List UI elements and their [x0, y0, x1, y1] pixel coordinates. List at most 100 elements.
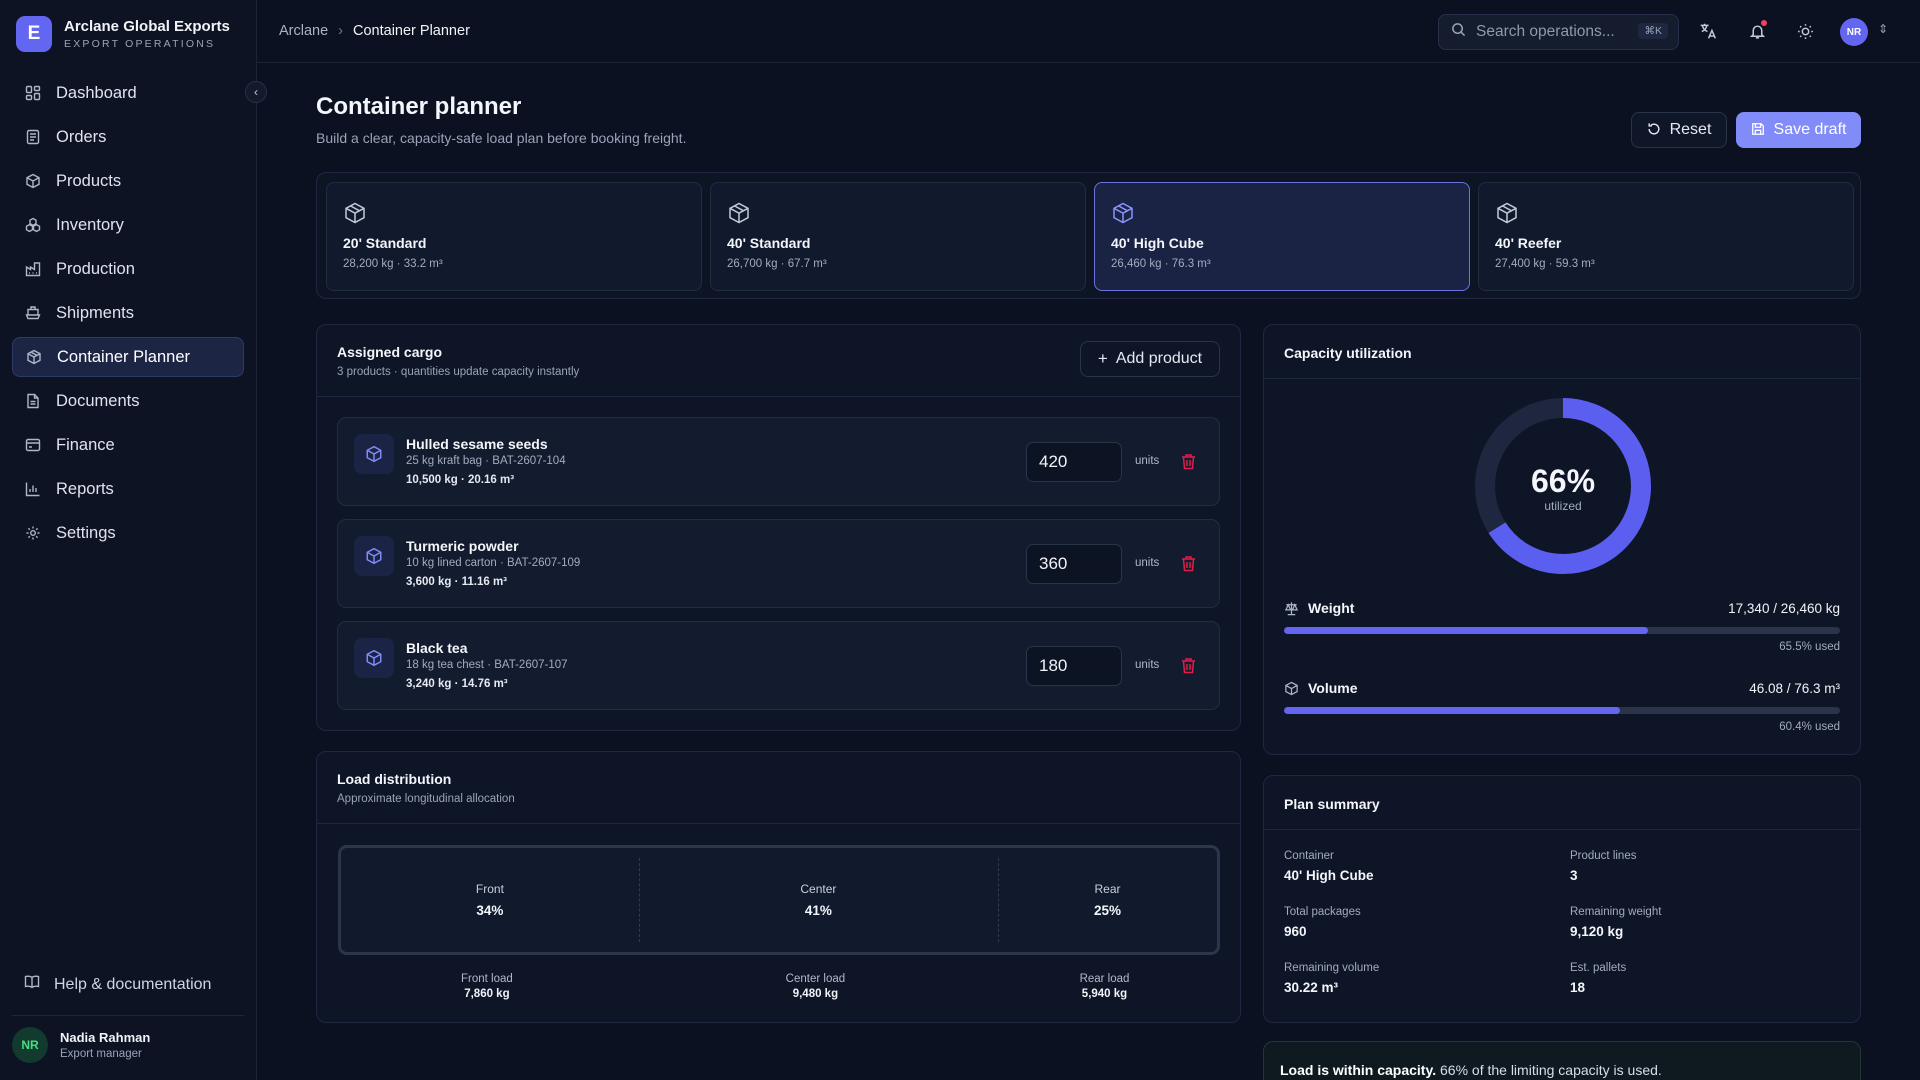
sidebar-item-finance[interactable]: Finance [12, 425, 244, 465]
donut-percent: 66% [1531, 463, 1595, 499]
front-load: Front load 7,860 kg [338, 973, 636, 1000]
volume-used: 60.4% used [1779, 721, 1840, 733]
summary-remaining-weight: Remaining weight 9,120 kg [1570, 906, 1661, 939]
sidebar-item-orders[interactable]: Orders [12, 117, 244, 157]
weight-progress-bar [1284, 627, 1840, 634]
cargo-row: Turmeric powder 10 kg lined carton · BAT… [337, 519, 1220, 608]
plan-summary-panel: Plan summary Container 40' High Cube Prod… [1263, 775, 1861, 1023]
sidebar: E Arclane Global Exports EXPORT OPERATIO… [0, 0, 257, 1080]
summary-key: Container [1284, 850, 1334, 862]
cargo-row: Black tea 18 kg tea chest · BAT-2607-107… [337, 621, 1220, 710]
products-icon [24, 172, 42, 190]
help-documentation-link[interactable]: Help & documentation [24, 974, 211, 995]
production-icon [24, 260, 42, 278]
inventory-icon [24, 216, 42, 234]
sidebar-item-documents[interactable]: Documents [12, 381, 244, 421]
container-icon [343, 201, 367, 225]
product-name: Turmeric powder [406, 538, 519, 554]
container-card-40-standard[interactable]: 40' Standard 26,700 kg · 67.7 m³ [710, 182, 1086, 291]
breadcrumb: Arclane › Container Planner [279, 23, 470, 39]
container-card-40-reefer[interactable]: 40' Reefer 27,400 kg · 59.3 m³ [1478, 182, 1854, 291]
sidebar-item-dashboard[interactable]: Dashboard [12, 73, 244, 113]
cargo-row: Hulled sesame seeds 25 kg kraft bag · BA… [337, 417, 1220, 506]
trash-icon[interactable] [1181, 453, 1197, 471]
sidebar-nav: Dashboard Orders Products Inventory Prod… [12, 73, 244, 557]
container-card-40-high-cube[interactable]: 40' High Cube 26,460 kg · 76.3 m³ [1094, 182, 1470, 291]
rear-load: Rear load 5,940 kg [995, 973, 1214, 1000]
zone-percent: 41% [804, 903, 832, 918]
sidebar-item-inventory[interactable]: Inventory [12, 205, 244, 245]
product-meta: 25 kg kraft bag · BAT-2607-104 [406, 455, 566, 467]
container-spec: 26,700 kg · 67.7 m³ [727, 258, 827, 270]
donut-caption: utilized [1544, 499, 1581, 513]
sidebar-item-label: Orders [56, 127, 107, 146]
load-label: Rear load [1079, 973, 1130, 985]
user-role: Export manager [60, 1048, 142, 1060]
avatar[interactable]: NR [1840, 18, 1868, 46]
user-profile[interactable]: NR Nadia Rahman Export manager [12, 1027, 150, 1063]
summary-est-pallets: Est. pallets 18 [1570, 962, 1626, 995]
sidebar-item-label: Products [56, 171, 122, 190]
plus-icon: + [1097, 349, 1108, 368]
quantity-input[interactable] [1026, 646, 1122, 686]
brand[interactable]: E Arclane Global Exports EXPORT OPERATIO… [16, 16, 230, 52]
trash-icon[interactable] [1181, 657, 1197, 675]
container-floor-diagram: Front 34% Center 41% Rear 25% [338, 845, 1220, 955]
summary-value: 30.22 m³ [1284, 980, 1339, 995]
container-name: 40' High Cube [1111, 235, 1204, 251]
container-icon [1111, 201, 1135, 225]
chevron-left-icon: ‹ [254, 85, 258, 99]
load-value: 5,940 kg [1081, 988, 1128, 1000]
summary-value: 40' High Cube [1284, 868, 1374, 883]
sidebar-item-label: Reports [56, 479, 114, 498]
breadcrumb-root[interactable]: Arclane [279, 23, 328, 39]
add-product-button[interactable]: + Add product [1080, 341, 1220, 377]
sidebar-item-label: Inventory [56, 215, 124, 234]
product-name: Black tea [406, 640, 468, 656]
search-input[interactable]: Search operations... ⌘K [1438, 14, 1679, 50]
chevron-updown-icon[interactable]: ⇕ [1878, 22, 1888, 36]
sidebar-item-label: Settings [56, 523, 116, 542]
product-meta: 18 kg tea chest · BAT-2607-107 [406, 659, 568, 671]
quantity-input[interactable] [1026, 442, 1122, 482]
sidebar-item-label: Finance [56, 435, 115, 454]
chevron-right-icon: › [338, 23, 344, 39]
save-icon [1751, 122, 1765, 139]
reset-button[interactable]: Reset [1631, 112, 1727, 148]
quantity-input[interactable] [1026, 544, 1122, 584]
volume-label: Volume [1308, 680, 1358, 696]
sidebar-item-container-planner[interactable]: Container Planner [12, 337, 244, 377]
sidebar-item-products[interactable]: Products [12, 161, 244, 201]
breadcrumb-current: Container Planner [353, 23, 470, 39]
container-card-20-standard[interactable]: 20' Standard 28,200 kg · 33.2 m³ [326, 182, 702, 291]
container-icon [25, 348, 43, 366]
summary-total-packages: Total packages 960 [1284, 906, 1361, 939]
capacity-status-banner: Load is within capacity. 66% of the limi… [1263, 1041, 1861, 1080]
add-product-label: Add product [1115, 350, 1203, 367]
summary-value: 9,120 kg [1570, 924, 1624, 939]
summary-key: Est. pallets [1570, 962, 1627, 974]
sidebar-item-shipments[interactable]: Shipments [12, 293, 244, 333]
container-icon [1495, 201, 1519, 225]
panel-title: Load distribution [337, 771, 452, 787]
collapse-sidebar-button[interactable]: ‹ [245, 81, 267, 103]
translate-icon[interactable] [1697, 20, 1719, 42]
sidebar-item-settings[interactable]: Settings [12, 513, 244, 553]
product-name: Hulled sesame seeds [406, 436, 548, 452]
product-meta: 10 kg lined carton · BAT-2607-109 [406, 557, 581, 569]
zone-front: Front 34% [341, 848, 639, 952]
save-draft-button[interactable]: Save draft [1736, 112, 1861, 148]
sidebar-item-reports[interactable]: Reports [12, 469, 244, 509]
bell-icon[interactable] [1746, 20, 1768, 42]
capacity-donut: 66% utilized [1475, 398, 1651, 574]
trash-icon[interactable] [1181, 555, 1197, 573]
weight-metric: Weight 17,340 / 26,460 kg 65.5% used [1284, 600, 1840, 653]
box-icon [1284, 681, 1299, 696]
status-bold: Load is within capacity. [1280, 1062, 1437, 1078]
finance-icon [24, 436, 42, 454]
zone-center: Center 41% [639, 848, 998, 952]
theme-toggle-icon[interactable] [1794, 20, 1816, 42]
sidebar-item-production[interactable]: Production [12, 249, 244, 289]
brand-logo: E [16, 16, 52, 52]
load-value: 9,480 kg [792, 988, 839, 1000]
